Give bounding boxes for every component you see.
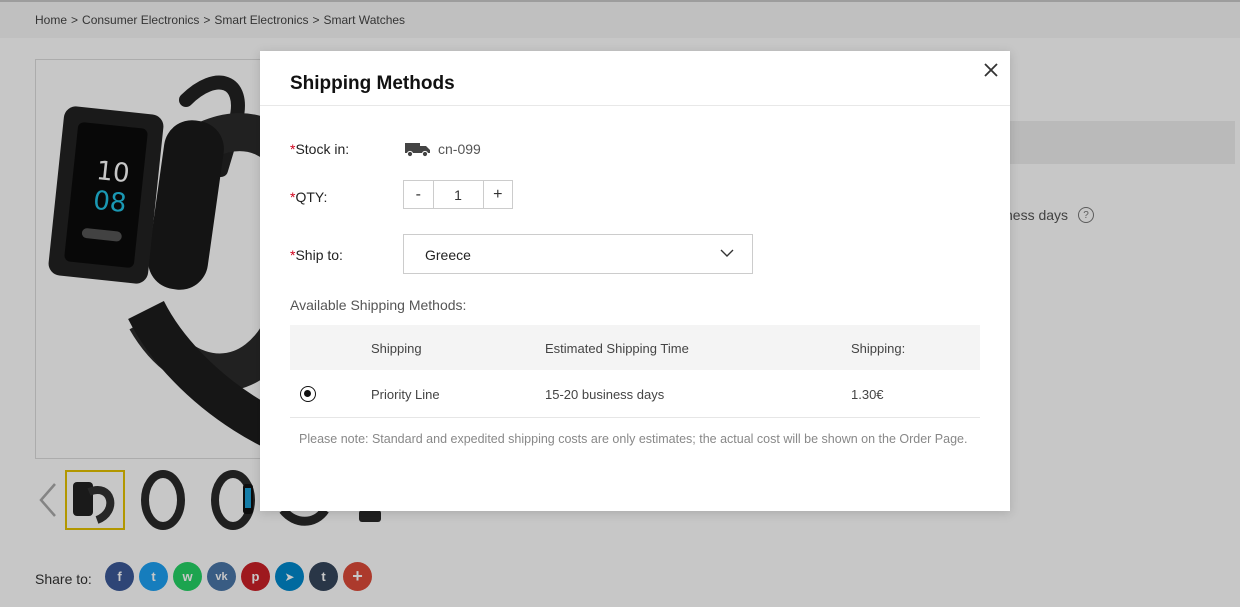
table-header: Shipping Estimated Shipping Time Shippin… <box>290 325 980 370</box>
shipping-method-radio[interactable] <box>300 386 316 402</box>
ship-to-value: Greece <box>425 247 471 263</box>
header-estimated-time: Estimated Shipping Time <box>545 341 689 356</box>
chevron-down-icon <box>720 249 734 257</box>
header-shipping-cost: Shipping: <box>851 341 906 356</box>
stock-location: cn-099 <box>438 141 481 157</box>
qty-label-row: *QTY: <box>290 189 327 205</box>
stock-value: cn-099 <box>405 140 481 158</box>
shipping-method-cost: 1.30€ <box>851 387 884 402</box>
ship-to-select[interactable]: Greece <box>403 234 753 274</box>
ship-to-label-row: *Ship to: <box>290 247 343 263</box>
available-methods-label: Available Shipping Methods: <box>290 297 467 313</box>
close-icon[interactable] <box>980 59 1002 81</box>
quantity-stepper: - + <box>403 180 513 209</box>
dialog-header: Shipping Methods <box>260 51 1010 106</box>
qty-input[interactable] <box>432 181 484 208</box>
shipping-note: Please note: Standard and expedited ship… <box>299 432 968 446</box>
ship-to-label: Ship to: <box>295 247 343 263</box>
truck-icon <box>405 143 430 157</box>
shipping-methods-dialog: Shipping Methods *Stock in: cn-099 *QTY:… <box>260 51 1010 511</box>
table-row[interactable]: Priority Line 15-20 business days 1.30€ <box>290 370 980 418</box>
stock-label-row: *Stock in: <box>290 141 349 157</box>
qty-label: QTY: <box>295 189 328 205</box>
dialog-title: Shipping Methods <box>290 73 455 94</box>
qty-decrement-button[interactable]: - <box>404 181 433 208</box>
stock-label: Stock in: <box>295 141 350 157</box>
qty-increment-button[interactable]: + <box>484 181 513 208</box>
header-shipping: Shipping <box>371 341 422 356</box>
shipping-method-name: Priority Line <box>371 387 440 402</box>
shipping-method-time: 15-20 business days <box>545 387 665 402</box>
